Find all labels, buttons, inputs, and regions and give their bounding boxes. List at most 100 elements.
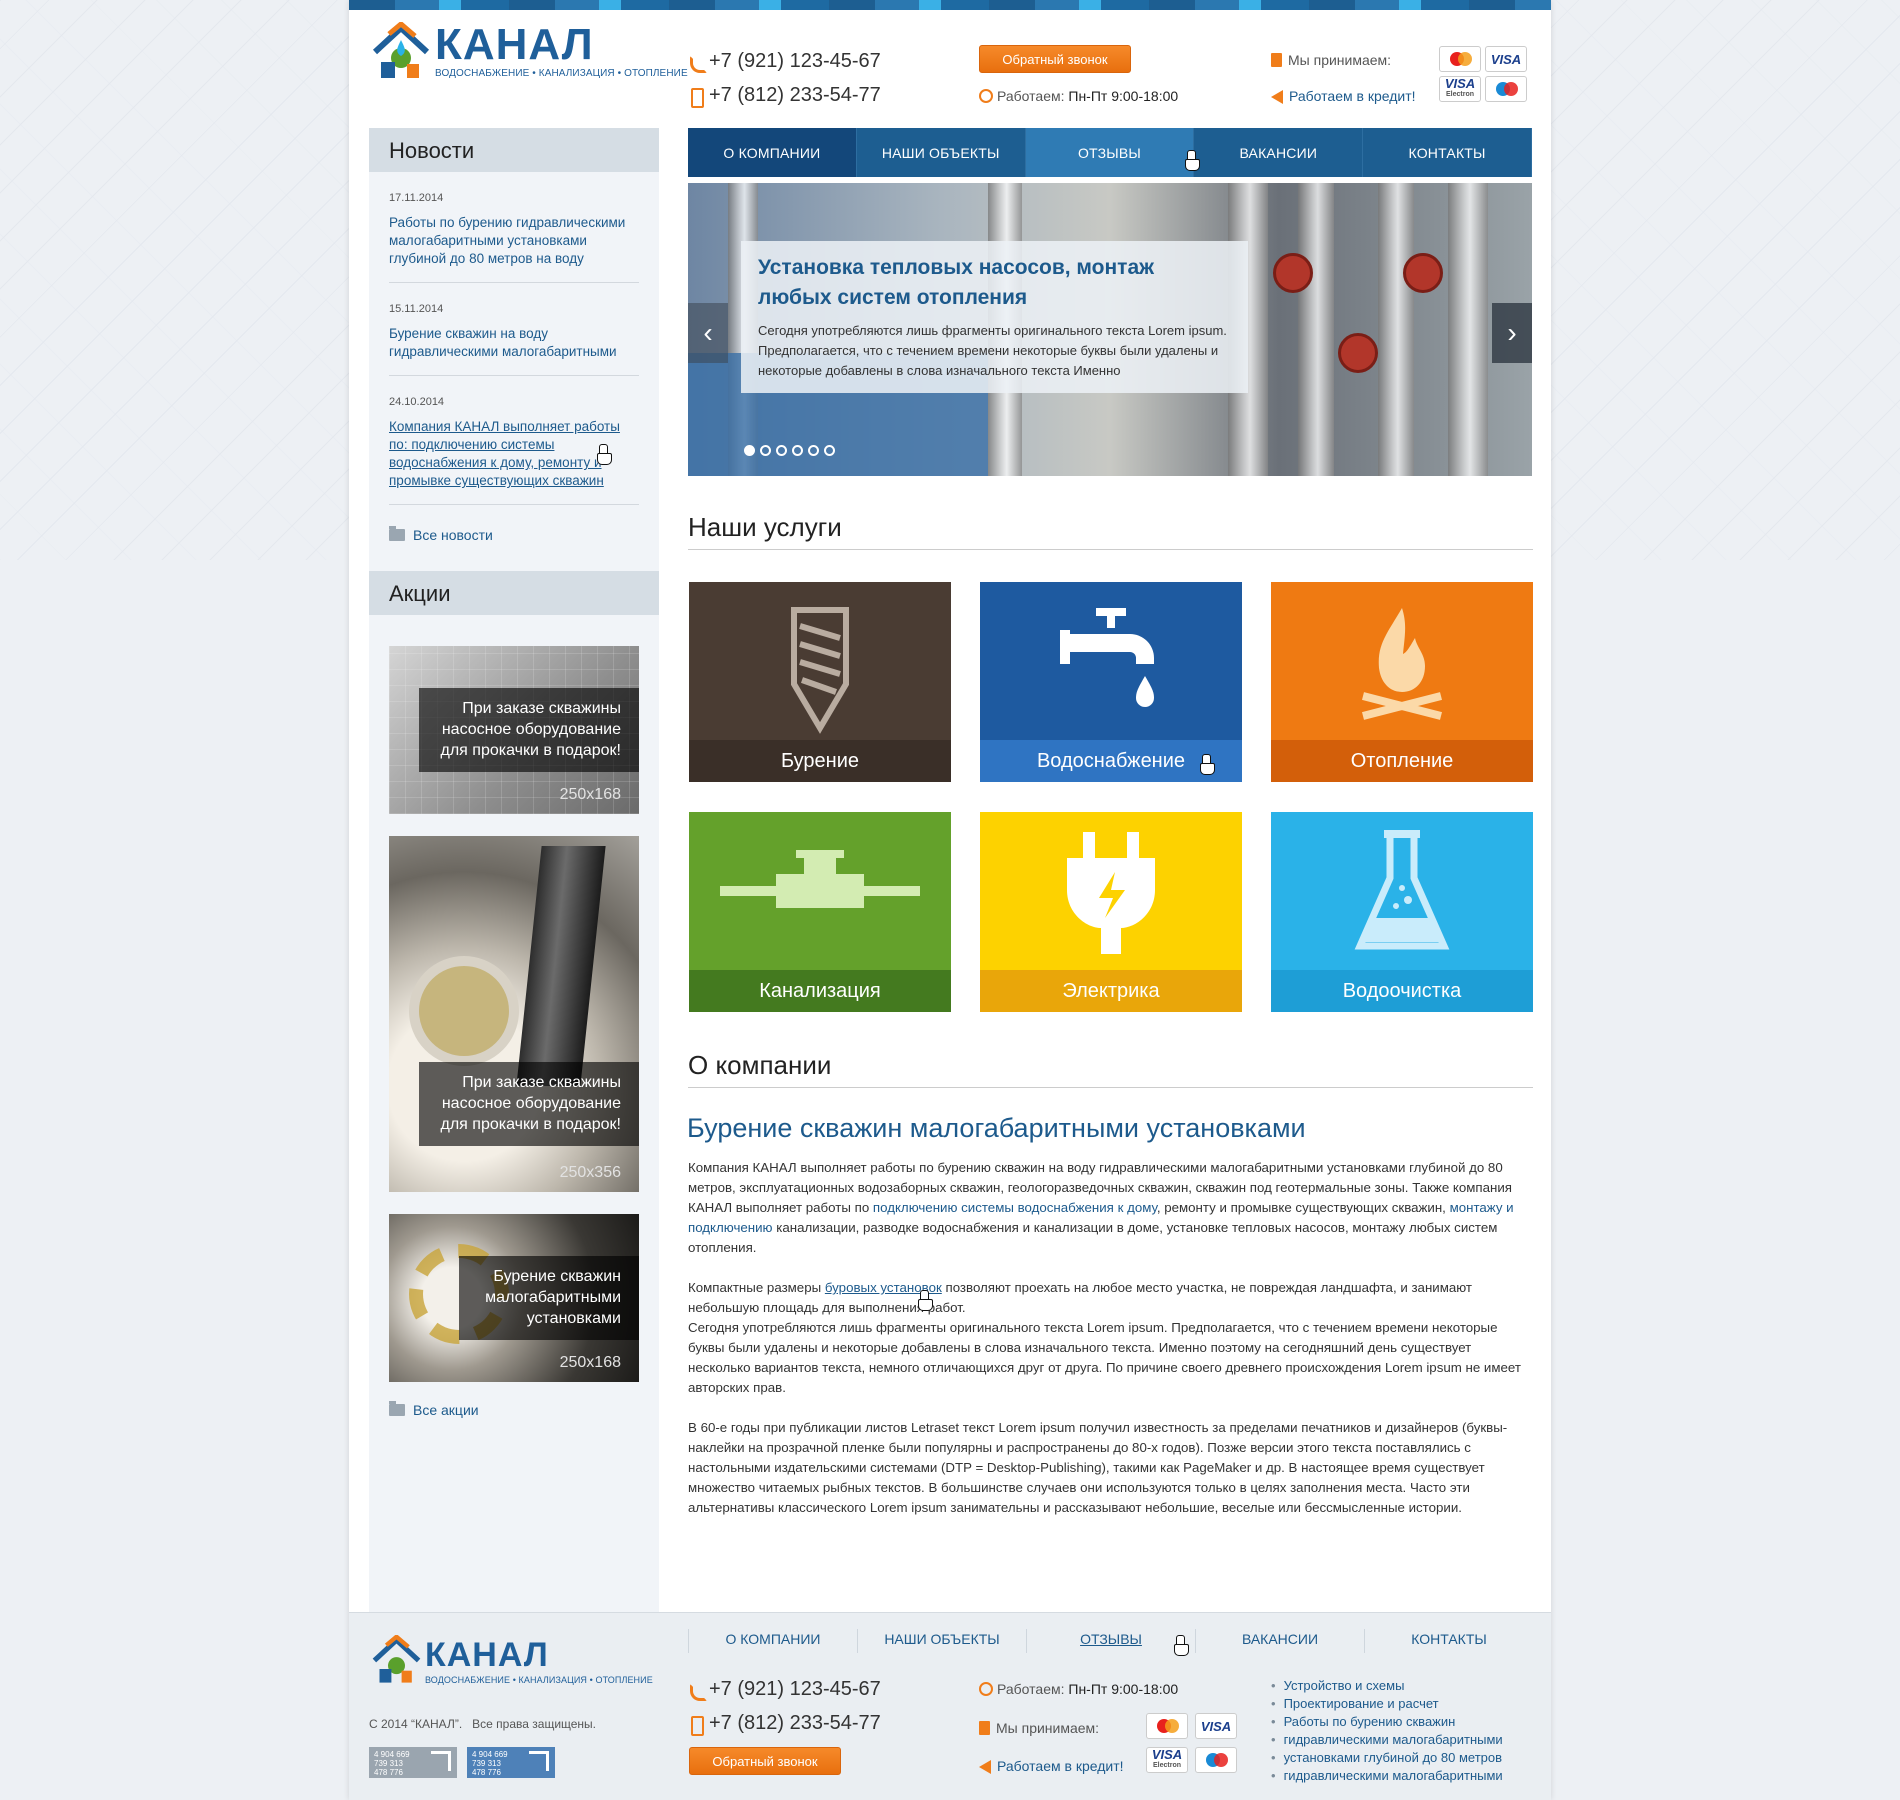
footer-nav-reviews[interactable]: ОТЗЫВЫ — [1026, 1629, 1195, 1653]
footer-phone-2[interactable]: +7 (812) 233-54-77 — [689, 1712, 881, 1736]
service-sewerage[interactable]: Канализация — [689, 812, 951, 1012]
mastercard-icon — [1439, 46, 1481, 72]
footer-nav-vacancies[interactable]: ВАКАНСИИ — [1195, 1629, 1364, 1653]
footer-working-hours: Работаем: Пн-Пт 9:00-18:00 — [979, 1681, 1178, 1697]
footer: КАНАЛ ВОДОСНАБЖЕНИЕ • КАНАЛИЗАЦИЯ • ОТОП… — [349, 1612, 1551, 1800]
footer-credit-link[interactable]: Работаем в кредит! — [979, 1758, 1124, 1774]
slide-caption: Установка тепловых насосов, монтаж любых… — [741, 241, 1248, 393]
credit-label: Работаем в кредит! — [1289, 88, 1416, 104]
slider-dot-5[interactable] — [808, 445, 819, 456]
visitor-counter-2[interactable]: 4 904 669 739 313 478 776 — [467, 1747, 555, 1778]
footer-link[interactable]: гидравлическими малогабаритными — [1271, 1767, 1503, 1785]
service-label: Отопление — [1271, 740, 1533, 782]
phone-1[interactable]: +7 (921) 123-45-67 — [689, 50, 881, 73]
phone-2[interactable]: +7 (812) 233-54-77 — [689, 84, 881, 108]
all-news-link[interactable]: Все новости — [389, 526, 639, 543]
clock-icon — [979, 89, 993, 103]
footer-link[interactable]: гидравлическими малогабаритными — [1271, 1731, 1503, 1749]
service-water-treatment[interactable]: Водоочистка — [1271, 812, 1533, 1012]
slider-dot-3[interactable] — [776, 445, 787, 456]
phone-2-number[interactable]: +7 (812) 233-54-77 — [709, 84, 881, 107]
service-drilling[interactable]: Бурение — [689, 582, 951, 782]
footer-logo-name: КАНАЛ — [425, 1636, 549, 1674]
about-title: О компании — [688, 1050, 1533, 1088]
phone-1-number[interactable]: +7 (921) 123-45-67 — [709, 50, 881, 73]
logo[interactable]: КАНАЛ ВОДОСНАБЖЕНИЕ • КАНАЛИЗАЦИЯ • ОТОП… — [371, 20, 688, 84]
footer-nav-about[interactable]: О КОМПАНИИ — [688, 1629, 857, 1653]
electron-text: Electron — [1152, 1762, 1181, 1769]
footer-phone-1-number[interactable]: +7 (921) 123-45-67 — [709, 1678, 881, 1701]
footer-link[interactable]: Работы по бурению скважин — [1271, 1713, 1503, 1731]
mastercard-icon — [1146, 1713, 1188, 1739]
news-list: 17.11.2014 Работы по бурению гидравличес… — [369, 172, 659, 505]
visa-electron-text: VISA — [1444, 76, 1476, 91]
footer-link[interactable]: установками глубиной до 80 метров — [1271, 1749, 1503, 1767]
megaphone-icon — [1271, 90, 1283, 104]
footer-phone-2-number[interactable]: +7 (812) 233-54-77 — [709, 1712, 881, 1735]
news-date: 24.10.2014 — [389, 396, 445, 408]
logo-name: КАНАЛ — [435, 20, 594, 69]
about-p2-text: Сегодня употребляются лишь фрагменты ори… — [688, 1320, 1521, 1395]
news-date: 15.11.2014 — [389, 303, 444, 315]
service-electrics[interactable]: Электрика — [980, 812, 1242, 1012]
mouse-cursor-icon — [918, 1290, 933, 1311]
nav-vacancies[interactable]: ВАКАНСИИ — [1194, 128, 1364, 177]
news-link[interactable]: Работы по бурению гидравлическими малога… — [389, 214, 639, 268]
hero-slider: Установка тепловых насосов, монтаж любых… — [688, 183, 1532, 476]
service-water-supply[interactable]: Водоснабжение — [980, 582, 1242, 782]
promo-banner-3[interactable]: Бурение скважин малогабаритными установк… — [389, 1214, 639, 1382]
promo-caption: При заказе скважины насосное оборудовани… — [419, 688, 639, 772]
promo-caption: При заказе скважины насосное оборудовани… — [419, 1062, 639, 1146]
visa-icon: VISA — [1485, 46, 1527, 72]
about-link-water-connection[interactable]: подключению системы водоснабжения к дому — [873, 1200, 1157, 1215]
footer-link[interactable]: Устройство и схемы — [1271, 1677, 1503, 1695]
news-link[interactable]: Бурение скважин на воду гидравлическими … — [389, 325, 639, 361]
megaphone-icon — [979, 1760, 991, 1774]
footer-nav: О КОМПАНИИ НАШИ ОБЪЕКТЫ ОТЗЫВЫ ВАКАНСИИ … — [688, 1629, 1533, 1653]
nav-about[interactable]: О КОМПАНИИ — [688, 128, 857, 177]
hours-value: Пн-Пт 9:00-18:00 — [1068, 88, 1179, 104]
main-nav: О КОМПАНИИ НАШИ ОБЪЕКТЫ ОТЗЫВЫ ВАКАНСИИ … — [688, 128, 1532, 177]
phone-icon — [689, 1682, 707, 1701]
slider-prev-arrow-icon[interactable]: ‹ — [688, 303, 728, 363]
promo-banner-2[interactable]: При заказе скважины насосное оборудовани… — [389, 836, 639, 1192]
calculator-icon — [1271, 53, 1282, 67]
about-p1-text: канализации, разводке водоснабжения и ка… — [688, 1220, 1498, 1255]
footer-link[interactable]: Проектирование и расчет — [1271, 1695, 1503, 1713]
visitor-counter-1[interactable]: 4 904 669 739 313 478 776 — [369, 1747, 457, 1778]
nav-contacts[interactable]: КОНТАКТЫ — [1363, 128, 1532, 177]
all-promos-link[interactable]: Все акции — [389, 1401, 639, 1418]
flask-icon — [1354, 830, 1450, 950]
slider-dot-2[interactable] — [760, 445, 771, 456]
about-text: Компания КАНАЛ выполняет работы по бурен… — [688, 1158, 1533, 1538]
hours-value: Пн-Пт 9:00-18:00 — [1068, 1681, 1179, 1697]
accept-label: Мы принимаем: — [1288, 52, 1392, 68]
slider-dot-1[interactable] — [744, 445, 755, 456]
footer-phone-1[interactable]: +7 (921) 123-45-67 — [689, 1678, 881, 1701]
footer-logo[interactable]: КАНАЛ ВОДОСНАБЖЕНИЕ • КАНАЛИЗАЦИЯ • ОТОП… — [371, 1633, 653, 1697]
slider-dot-4[interactable] — [792, 445, 803, 456]
footer-nav-objects[interactable]: НАШИ ОБЪЕКТЫ — [857, 1629, 1026, 1653]
phone-icon — [689, 54, 707, 73]
working-hours: Работаем: Пн-Пт 9:00-18:00 — [979, 88, 1178, 104]
counter-2-text: 4 904 669 739 313 478 776 — [472, 1750, 508, 1777]
footer-nav-contacts[interactable]: КОНТАКТЫ — [1364, 1629, 1533, 1653]
mouse-cursor-icon — [1200, 754, 1215, 775]
service-heating[interactable]: Отопление — [1271, 582, 1533, 782]
calculator-icon — [979, 1721, 990, 1735]
payment-accept: Мы принимаем: — [1271, 52, 1391, 68]
about-p2-text: Компактные размеры — [688, 1280, 825, 1295]
visa-electron-icon: VISA Electron — [1439, 76, 1481, 102]
nav-objects[interactable]: НАШИ ОБЪЕКТЫ — [857, 128, 1026, 177]
slider-dot-6[interactable] — [824, 445, 835, 456]
footer-callback-button[interactable]: Обратный звонок — [689, 1747, 841, 1775]
background-sketch-right — [1530, 0, 1900, 560]
logo-house-icon — [371, 20, 431, 84]
promo-banner-1[interactable]: При заказе скважины насосное оборудовани… — [389, 646, 639, 814]
slide-title: Установка тепловых насосов, монтаж любых… — [758, 256, 1155, 309]
credit-link[interactable]: Работаем в кредит! — [1271, 88, 1416, 104]
nav-reviews[interactable]: ОТЗЫВЫ — [1025, 128, 1195, 177]
callback-button[interactable]: Обратный звонок — [979, 45, 1131, 73]
slider-dots — [744, 445, 835, 456]
slider-next-arrow-icon[interactable]: › — [1492, 303, 1532, 363]
